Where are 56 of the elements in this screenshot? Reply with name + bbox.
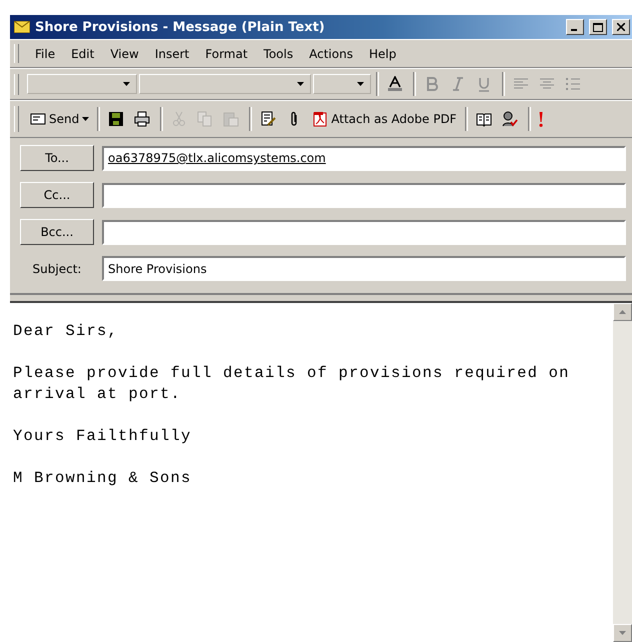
font-color-icon	[387, 76, 403, 92]
window-title: Shore Provisions - Message (Plain Text)	[35, 20, 326, 34]
bold-icon	[424, 76, 440, 92]
pdf-button[interactable]: Attach as Adobe PDF	[309, 106, 460, 132]
printer-icon	[134, 111, 150, 127]
copy-icon	[197, 111, 214, 127]
down-arrow-icon	[619, 631, 626, 635]
caret-icon	[297, 82, 304, 86]
menu-item[interactable]: File	[29, 44, 62, 62]
envelope-icon	[14, 21, 30, 33]
menu-item[interactable]: Help	[362, 44, 402, 62]
menu-item[interactable]: Format	[199, 44, 254, 62]
person-check-icon	[502, 111, 518, 127]
up-arrow-icon	[619, 310, 626, 314]
caret-icon	[357, 82, 364, 86]
dropdown[interactable]	[139, 74, 311, 94]
document-pen-icon	[260, 111, 276, 127]
dropdown[interactable]	[313, 74, 371, 94]
scrollbar[interactable]	[613, 303, 632, 642]
exclamation-icon	[538, 112, 543, 126]
scroll-down-button[interactable]	[613, 624, 632, 642]
scroll-up-button[interactable]	[613, 303, 632, 321]
menu-item[interactable]: Tools	[258, 44, 300, 62]
dropdown-caret-icon	[82, 117, 90, 121]
body-text: Dear Sirs,	[13, 321, 120, 342]
paste-icon	[223, 111, 240, 127]
caret-icon	[123, 82, 130, 86]
address-button[interactable]: Cc...	[20, 182, 94, 208]
close-icon	[617, 23, 625, 31]
maximize-button[interactable]	[589, 19, 607, 35]
input-field[interactable]	[102, 220, 626, 244]
body-text: Please provide full details of provisions required on arrival at port.	[13, 363, 571, 405]
address-button[interactable]: To...	[20, 145, 94, 171]
body-text: M Browning & Sons	[13, 468, 193, 489]
close-button[interactable]	[612, 19, 630, 35]
maximize-icon	[593, 22, 603, 32]
envelope-icon	[30, 111, 46, 127]
pdf-icon	[312, 111, 328, 127]
address-button[interactable]: Bcc...	[20, 219, 94, 245]
minimize-button[interactable]	[566, 19, 584, 35]
underline-icon	[476, 76, 492, 92]
bullet-list-icon	[565, 76, 581, 92]
book-icon	[476, 111, 492, 127]
input-field[interactable]: Shore Provisions	[102, 256, 626, 281]
input-field[interactable]: oa6378975@tlx.alicomsystems.com	[102, 146, 626, 170]
field-label: Subject:	[32, 262, 82, 276]
menu-item[interactable]: Insert	[148, 44, 196, 62]
input-field[interactable]	[102, 182, 626, 208]
menu-item[interactable]: Edit	[65, 44, 100, 62]
menu-item[interactable]: View	[104, 44, 145, 62]
send-button[interactable]: Send	[27, 106, 92, 132]
italic-icon	[450, 76, 466, 92]
menu-item[interactable]: Actions	[303, 44, 359, 62]
body-text: Yours Failthfully	[13, 426, 193, 447]
dropdown[interactable]	[27, 74, 137, 94]
scissors-icon	[171, 111, 188, 127]
